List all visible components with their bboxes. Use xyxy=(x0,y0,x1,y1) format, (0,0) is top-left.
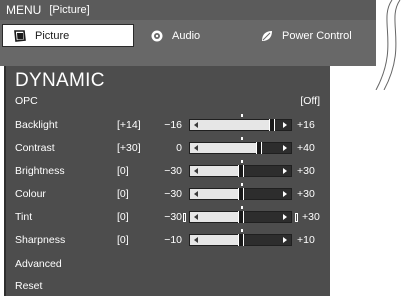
setting-label: Colour xyxy=(15,188,46,200)
setting-min: −10 xyxy=(164,234,182,246)
setting-max: +30 xyxy=(297,165,315,177)
tv-menu: MENU [Picture] Picture Audio Power Contr… xyxy=(0,0,408,296)
sharpness-slider[interactable] xyxy=(189,229,292,246)
setting-label: Backlight xyxy=(15,119,58,131)
tab-picture[interactable]: Picture xyxy=(2,24,134,47)
setting-offset: [+30] xyxy=(117,142,141,154)
menu-title: MENU xyxy=(6,3,42,17)
slider-right-arrow-icon xyxy=(283,145,287,151)
slider-thumb[interactable] xyxy=(237,234,244,246)
slider-fill xyxy=(190,143,262,153)
tint-left-end-mark xyxy=(183,213,186,222)
setting-min: −16 xyxy=(164,119,182,131)
setting-row-tint[interactable]: Tint [0] −30 +30 xyxy=(6,206,332,229)
slider-left-arrow-icon xyxy=(194,214,198,220)
slider-fill xyxy=(190,120,276,130)
opc-row[interactable]: OPC [Off] xyxy=(6,90,332,113)
slider-thumb[interactable] xyxy=(237,188,244,200)
setting-min: −30 xyxy=(164,165,182,177)
setting-row-contrast[interactable]: Contrast [+30] 0 +40 xyxy=(6,137,332,160)
slider-fill xyxy=(190,166,244,176)
setting-offset: [0] xyxy=(117,211,129,223)
audio-icon xyxy=(150,29,164,43)
opc-label: OPC xyxy=(15,95,38,107)
setting-row-sharpness[interactable]: Sharpness [0] −10 +10 xyxy=(6,229,332,252)
colour-slider[interactable] xyxy=(189,183,292,200)
slider-center-mark xyxy=(240,137,243,140)
tab-audio[interactable]: Audio xyxy=(150,24,240,47)
backlight-slider[interactable] xyxy=(189,114,292,131)
setting-row-backlight[interactable]: Backlight [+14] −16 +16 xyxy=(6,114,332,137)
slider-left-arrow-icon xyxy=(194,122,198,128)
picture-icon xyxy=(13,29,27,43)
menu-bar: MENU [Picture] xyxy=(0,0,376,20)
power-control-icon xyxy=(260,29,274,43)
slider-center-mark xyxy=(240,229,243,232)
slider-center-mark xyxy=(240,183,243,186)
setting-max: +30 xyxy=(302,211,320,223)
setting-row-colour[interactable]: Colour [0] −30 +30 xyxy=(6,183,332,206)
brightness-slider[interactable] xyxy=(189,160,292,177)
setting-label: Sharpness xyxy=(15,234,66,246)
slider-right-arrow-icon xyxy=(283,122,287,128)
slider-left-arrow-icon xyxy=(194,191,198,197)
slider-center-mark xyxy=(240,160,243,163)
setting-min: −30 xyxy=(164,211,182,223)
slider-fill xyxy=(190,235,244,245)
slider-thumb[interactable] xyxy=(237,211,244,223)
tint-right-end-mark xyxy=(295,213,298,222)
setting-offset: [+14] xyxy=(117,119,141,131)
setting-max: +10 xyxy=(297,234,315,246)
setting-label: Tint xyxy=(15,211,33,223)
setting-min: 0 xyxy=(176,142,182,154)
slider-fill xyxy=(190,212,244,222)
page-edge-curl-icon xyxy=(375,0,401,90)
slider-thumb[interactable] xyxy=(269,119,276,131)
slider-center-mark xyxy=(240,114,243,117)
setting-max: +40 xyxy=(297,142,315,154)
setting-label: Contrast xyxy=(15,142,55,154)
tab-picture-label: Picture xyxy=(35,29,70,42)
setting-offset: [0] xyxy=(117,188,129,200)
picture-settings-panel: DYNAMIC OPC [Off] Backlight [+14] −16 +1… xyxy=(4,66,330,296)
setting-offset: [0] xyxy=(117,234,129,246)
slider-right-arrow-icon xyxy=(283,237,287,243)
slider-right-arrow-icon xyxy=(283,214,287,220)
reset-label: Reset xyxy=(15,280,43,292)
setting-min: −30 xyxy=(164,188,182,200)
slider-thumb[interactable] xyxy=(237,165,244,177)
tab-power-control-label: Power Control xyxy=(282,29,352,42)
setting-max: +16 xyxy=(297,119,315,131)
slider-center-mark xyxy=(240,206,243,209)
picture-mode-title: DYNAMIC xyxy=(15,70,105,91)
setting-row-brightness[interactable]: Brightness [0] −30 +30 xyxy=(6,160,332,183)
opc-value: [Off] xyxy=(300,95,320,107)
menu-breadcrumb: [Picture] xyxy=(49,4,90,16)
tab-power-control[interactable]: Power Control xyxy=(260,24,378,47)
tint-slider[interactable] xyxy=(189,206,292,223)
advanced-row[interactable]: Advanced xyxy=(6,253,332,276)
tab-row: Picture Audio Power Control xyxy=(0,20,376,66)
setting-label: Brightness xyxy=(15,165,65,177)
slider-fill xyxy=(190,189,244,199)
contrast-slider[interactable] xyxy=(189,137,292,154)
slider-right-arrow-icon xyxy=(283,168,287,174)
tab-audio-label: Audio xyxy=(172,29,201,42)
slider-right-arrow-icon xyxy=(283,191,287,197)
advanced-label: Advanced xyxy=(15,258,62,270)
slider-left-arrow-icon xyxy=(194,237,198,243)
slider-left-arrow-icon xyxy=(194,168,198,174)
slider-thumb[interactable] xyxy=(255,142,262,154)
setting-offset: [0] xyxy=(117,165,129,177)
reset-row[interactable]: Reset xyxy=(6,275,332,296)
setting-max: +30 xyxy=(297,188,315,200)
slider-left-arrow-icon xyxy=(194,145,198,151)
